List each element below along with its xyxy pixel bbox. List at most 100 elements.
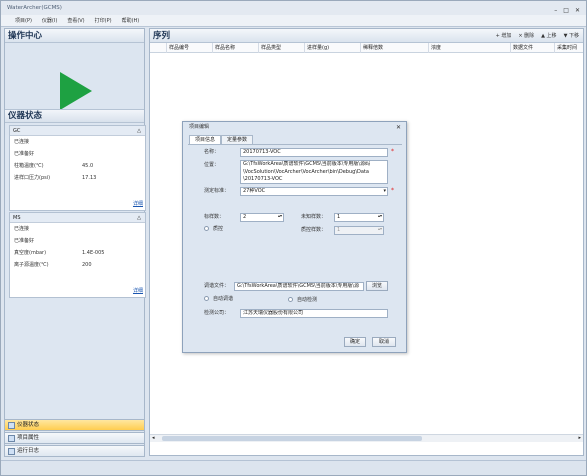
required-mark: * [391, 187, 394, 194]
gc-header[interactable]: GC △ [10, 126, 145, 136]
parallel-count-value: 1 [337, 227, 341, 233]
move-up-button[interactable]: ▲ 上移 [541, 29, 556, 43]
status-value: 45.0 [82, 163, 94, 169]
left-pane: 操作中心 仪器状态 GC △ 已连接 已准备好 柱箱温度(℃) 45.0 进样口压… [4, 28, 146, 456]
sequence-toolbar: + 增加 × 删除 ▲ 上移 ▼ 下移 [496, 29, 579, 43]
status-label: 已准备好 [14, 238, 35, 244]
auto-tune-checkbox[interactable] [204, 296, 209, 301]
parallel-checkbox[interactable] [204, 226, 209, 231]
column-header[interactable]: 数据文件 [510, 43, 533, 53]
std-count-value: 2 [243, 214, 247, 220]
status-label: 进样口压力(psi) [14, 175, 51, 181]
menu-project[interactable]: 项目(P) [15, 15, 32, 26]
menu-print[interactable]: 打印(P) [95, 15, 112, 26]
chevron-down-icon[interactable]: ▾ [383, 189, 386, 194]
project-edit-dialog: 项目编辑 ✕ 项目信息 定量参数 名称： 20170713-VOC * 位置： … [182, 121, 407, 353]
column-header[interactable]: 进样量(g) [304, 43, 329, 53]
status-label: 已准备好 [14, 151, 35, 157]
gc-header-label: GC [13, 128, 21, 134]
scroll-thumb[interactable] [162, 436, 422, 441]
dialog-tabs: 项目信息 定量参数 [189, 135, 254, 144]
status-row: 已准备好 [10, 235, 145, 247]
browse-button[interactable]: 浏览 [366, 281, 388, 291]
sequence-title-bar: 序列 + 增加 × 删除 ▲ 上移 ▼ 下移 [150, 29, 583, 43]
ms-header-label: MS [13, 215, 21, 221]
gc-details-link[interactable]: 详细 [133, 200, 143, 207]
status-row: 已连接 [10, 223, 145, 235]
location-line: \VocSolution\VocArcher\VocArcher\bin\Deb… [243, 168, 369, 175]
tab-quant-params[interactable]: 定量参数 [221, 135, 254, 144]
status-label: 离子源温度(℃) [14, 262, 49, 268]
dialog-title-bar: 项目编辑 ✕ [183, 122, 406, 133]
play-icon[interactable] [60, 72, 92, 110]
status-value: 1.4E-005 [82, 250, 105, 256]
column-header[interactable]: 样品编号 [166, 43, 189, 53]
nav-project-properties[interactable]: 项目属性 [4, 432, 145, 444]
status-label: 已连接 [14, 226, 30, 232]
operation-center-title: 操作中心 [5, 29, 144, 43]
scroll-right-icon[interactable]: ▸ [578, 435, 581, 441]
title-bar: WaterArcher(GCMS) – □ ✕ [1, 1, 586, 15]
spinner-icon[interactable]: ▴▾ [378, 214, 382, 218]
parallel-label: 质控 [213, 226, 224, 232]
column-header[interactable]: 采集时间 [554, 43, 577, 53]
name-label: 名称： [204, 149, 220, 155]
location-field[interactable]: G:\TfsWorkArea\质谱软件\GCMS\当前版本\专用版\源码 \Vo… [240, 160, 388, 184]
nav-run-log[interactable]: 运行日志 [4, 445, 145, 457]
ms-header[interactable]: MS △ [10, 213, 145, 223]
column-header[interactable]: 稀释倍数 [360, 43, 383, 53]
status-bar [1, 460, 586, 475]
nav-label: 仪器状态 [17, 422, 40, 428]
dialog-title: 项目编辑 [189, 124, 210, 130]
close-icon[interactable]: ✕ [396, 122, 401, 133]
spinner-icon[interactable]: ▴▾ [278, 214, 282, 218]
app-window: WaterArcher(GCMS) – □ ✕ 项目(P) 仪器(I) 查看(V… [0, 0, 587, 476]
standard-label: 测定标准： [204, 188, 230, 194]
unknown-count-value: 1 [337, 214, 341, 220]
nav-instrument-status[interactable]: 仪器状态 [4, 419, 145, 431]
company-field[interactable]: 江苏天瑞仪器股份有限公司 [240, 309, 388, 318]
status-row: 进样口压力(psi) 17.13 [10, 172, 145, 184]
menu-help[interactable]: 帮助(H) [122, 15, 140, 26]
tab-project-info[interactable]: 项目信息 [189, 135, 222, 144]
ok-button[interactable]: 确定 [344, 337, 366, 347]
std-count-label: 标样数： [204, 214, 225, 220]
instrument-status-title: 仪器状态 [5, 109, 144, 123]
horizontal-scrollbar[interactable]: ◂ ▸ [150, 434, 583, 442]
location-label: 位置： [204, 162, 220, 168]
parallel-count-spinner[interactable]: 1 ▴▾ [334, 226, 384, 235]
status-value: 17.13 [82, 175, 97, 181]
collapse-icon[interactable]: △ [137, 213, 141, 223]
unknown-count-label: 未知样数： [301, 214, 327, 220]
menu-view[interactable]: 查看(V) [67, 15, 84, 26]
dialog-body: 名称： 20170713-VOC * 位置： G:\TfsWorkArea\质谱… [188, 144, 402, 349]
unknown-count-spinner[interactable]: 1 ▴▾ [334, 213, 384, 222]
scroll-left-icon[interactable]: ◂ [152, 435, 155, 441]
column-header[interactable]: 样品名称 [212, 43, 235, 53]
spinner-icon[interactable]: ▴▾ [378, 227, 382, 231]
tune-file-field[interactable]: G:\TfsWorkArea\质谱软件\GCMS\当前版本\专用版\源 [234, 282, 364, 291]
auto-check-checkbox[interactable] [288, 297, 293, 302]
menu-bar: 项目(P) 仪器(I) 查看(V) 打印(P) 帮助(H) [1, 15, 586, 27]
std-count-spinner[interactable]: 2 ▴▾ [240, 213, 284, 222]
add-button[interactable]: + 增加 [496, 29, 512, 43]
menu-instrument[interactable]: 仪器(I) [42, 15, 57, 26]
move-down-button[interactable]: ▼ 下移 [564, 29, 579, 43]
nav-label: 运行日志 [17, 448, 40, 454]
tune-file-label: 调谐文件： [204, 283, 230, 289]
name-field[interactable]: 20170713-VOC [240, 148, 388, 157]
sequence-table-header: 样品编号 样品名称 样品类型 进样量(g) 稀释倍数 浓度 数据文件 采集时间 [150, 43, 583, 53]
ms-details-link[interactable]: 详细 [133, 287, 143, 294]
status-row: 真空度(mbar) 1.4E-005 [10, 247, 145, 259]
status-row: 已连接 [10, 136, 145, 148]
standard-select[interactable]: 27种VOC ▾ [240, 187, 388, 196]
location-line: \20170713-VOC [243, 176, 283, 182]
cancel-button[interactable]: 取消 [372, 337, 396, 347]
status-label: 真空度(mbar) [14, 250, 47, 256]
delete-button[interactable]: × 删除 [518, 29, 534, 43]
column-header[interactable]: 样品类型 [258, 43, 281, 53]
status-label: 已连接 [14, 139, 30, 145]
column-header[interactable]: 浓度 [428, 43, 441, 53]
properties-icon [8, 435, 15, 442]
collapse-icon[interactable]: △ [137, 126, 141, 136]
